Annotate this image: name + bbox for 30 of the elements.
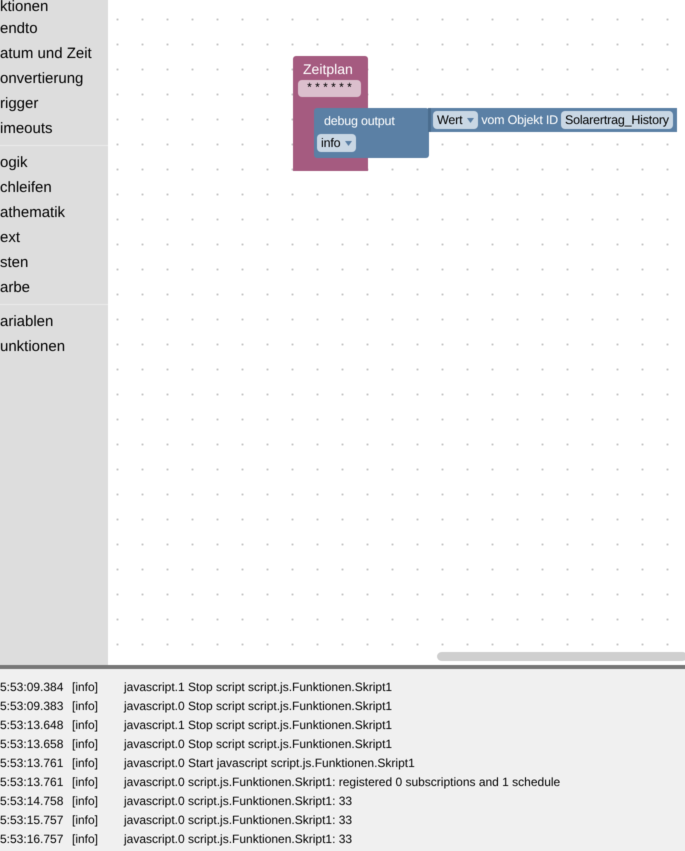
log-time: 5:53:13.648 bbox=[0, 717, 64, 734]
block-label: debug output bbox=[324, 114, 395, 128]
log-message: javascript.0 Start javascript script.js.Funktionen.Skript1 bbox=[124, 755, 416, 772]
block-title: Zeitplan bbox=[303, 61, 353, 77]
log-level: [info] bbox=[72, 698, 100, 715]
log-message: javascript.1 Stop script script.js.Funktionen.Skript1 bbox=[124, 717, 394, 734]
log-level: [info] bbox=[72, 679, 100, 696]
log-time: 5:53:14.758 bbox=[0, 793, 64, 810]
log-level: [info] bbox=[72, 831, 100, 848]
log-level: [info] bbox=[72, 774, 100, 791]
log-level: [info] bbox=[72, 755, 100, 772]
log-time: 5:53:13.658 bbox=[0, 736, 64, 753]
log-message: javascript.1 Stop script script.js.Funktionen.Skript1 bbox=[124, 679, 394, 696]
log-message: javascript.0 script.js.Funktionen.Skript1: registered 0 subscriptions and 1 schedule bbox=[124, 774, 562, 791]
log-level: [info] bbox=[72, 812, 100, 829]
log-message: javascript.0 script.js.Funktionen.Skript1: 33 bbox=[124, 793, 354, 810]
log-level: [info] bbox=[72, 736, 100, 753]
log-message: javascript.0 script.js.Funktionen.Skript1: 33 bbox=[124, 831, 354, 848]
log-time: 5:53:13.761 bbox=[0, 774, 64, 791]
log-level: [info] bbox=[72, 717, 100, 734]
log-level: [info] bbox=[72, 793, 100, 810]
log-time: 5:53:09.384 bbox=[0, 679, 64, 696]
log-message: javascript.0 Stop script script.js.Funktionen.Skript1 bbox=[124, 698, 394, 715]
log-message: javascript.0 Stop script script.js.Funktionen.Skript1 bbox=[124, 736, 394, 753]
log-time: 5:53:16.757 bbox=[0, 831, 64, 848]
log-time: 5:53:13.761 bbox=[0, 755, 64, 772]
log-time: 5:53:15.757 bbox=[0, 812, 64, 829]
log-time: 5:53:09.383 bbox=[0, 698, 64, 715]
log-message: javascript.0 script.js.Funktionen.Skript1: 33 bbox=[124, 812, 354, 829]
block-label: vom Objekt ID bbox=[481, 113, 558, 127]
